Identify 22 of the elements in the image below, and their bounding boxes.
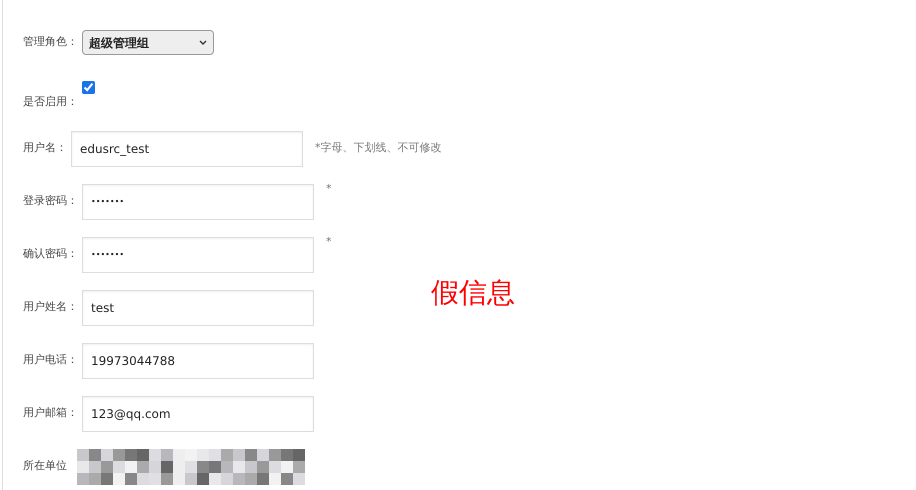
- input-field[interactable]: •••••••: [82, 184, 314, 220]
- field-label: 确认密码：: [23, 246, 78, 262]
- input-field[interactable]: 19973044788: [82, 342, 314, 378]
- input-field[interactable]: •••••••: [82, 236, 314, 272]
- field-label: 用户邮箱：: [23, 405, 78, 422]
- hint-text: *: [326, 234, 332, 250]
- field-label: 用户姓名：: [23, 299, 78, 316]
- input-field[interactable]: 123@qq.com: [82, 396, 314, 432]
- field-label: 登录密码：: [23, 193, 78, 210]
- enable-checkbox[interactable]: [82, 81, 95, 94]
- field-label: 用户电话：: [23, 352, 78, 368]
- hint-text: *字母、下划线、不可修改: [315, 140, 442, 156]
- input-field[interactable]: test: [82, 290, 314, 326]
- chevron-down-icon: [199, 40, 207, 46]
- role-select[interactable]: 超级管理组: [82, 30, 214, 55]
- annotation-text: 假信息: [431, 275, 515, 311]
- field-label: 用户名：: [23, 140, 67, 156]
- hint-text: *: [326, 181, 332, 197]
- field-label: 是否启用：: [23, 94, 78, 110]
- input-field[interactable]: edusrc_test: [71, 130, 303, 166]
- field-label: 所在单位: [23, 458, 67, 474]
- field-label: 管理角色：: [23, 34, 78, 50]
